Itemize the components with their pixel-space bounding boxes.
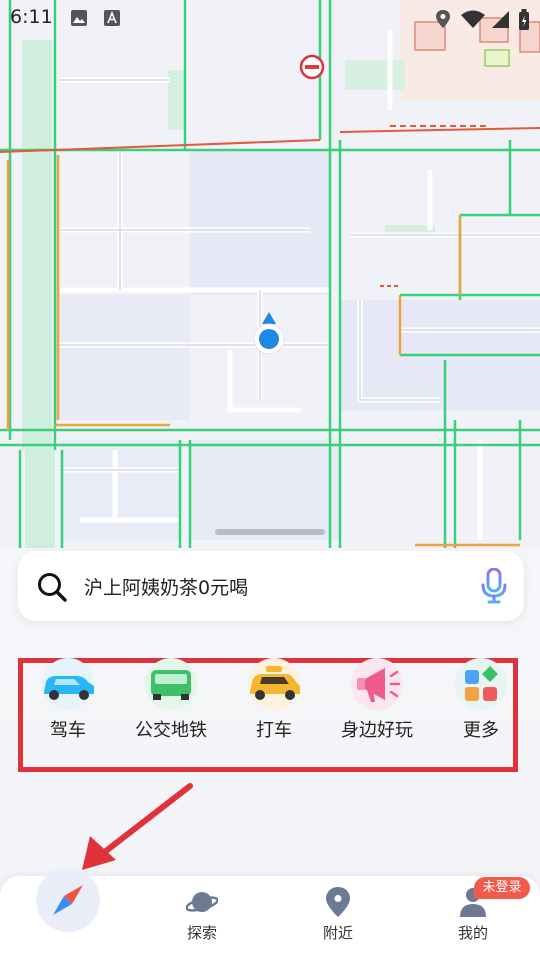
- signal-icon: [492, 11, 509, 28]
- nav-item-explore[interactable]: 探索: [152, 876, 252, 960]
- taxi-icon: [248, 658, 300, 710]
- quick-action-label: 身边好玩: [341, 720, 413, 741]
- battery-icon: [519, 9, 529, 30]
- login-status-badge[interactable]: 未登录: [474, 877, 530, 899]
- quick-action-label: 公交地铁: [135, 720, 207, 741]
- wifi-icon: [461, 10, 485, 28]
- quick-action-label: 更多: [463, 720, 499, 741]
- search-bar[interactable]: 沪上阿姨奶茶0元喝: [18, 551, 524, 621]
- quick-action-transit[interactable]: 公交地铁: [121, 658, 221, 758]
- no-entry-icon: [299, 54, 325, 80]
- map-pin-icon: [326, 887, 350, 917]
- quick-action-more[interactable]: 更多: [431, 658, 531, 758]
- map-canvas[interactable]: [0, 0, 540, 560]
- megaphone-icon: [351, 658, 403, 710]
- search-input[interactable]: 沪上阿姨奶茶0元喝: [84, 573, 248, 600]
- car-icon: [42, 658, 94, 710]
- quick-action-taxi[interactable]: 打车: [224, 658, 324, 758]
- nav-label: 附近: [322, 924, 353, 942]
- location-icon: [436, 10, 450, 28]
- search-icon[interactable]: [36, 571, 68, 603]
- nav-item-nearby[interactable]: 附近: [288, 876, 388, 960]
- drag-handle[interactable]: [215, 529, 325, 535]
- grid-more-icon: [455, 658, 507, 710]
- quick-action-label: 打车: [256, 720, 292, 741]
- bus-icon: [145, 658, 197, 710]
- nav-label: 我的: [457, 924, 488, 942]
- quick-action-nearby-fun[interactable]: 身边好玩: [327, 658, 427, 758]
- planet-icon: [186, 892, 218, 912]
- quick-actions-panel: 驾车 公交地铁 打车 身边好玩 更多: [18, 658, 518, 772]
- quick-action-label: 驾车: [50, 720, 86, 741]
- text-a-icon: [104, 10, 120, 26]
- status-bar: 6:11: [0, 0, 540, 36]
- microphone-icon[interactable]: [480, 568, 508, 604]
- annotation-arrow: [82, 783, 193, 870]
- status-time: 6:11: [10, 6, 53, 28]
- nav-label: 探索: [186, 924, 217, 942]
- image-icon: [71, 10, 87, 26]
- map-view[interactable]: [0, 0, 540, 560]
- quick-action-drive[interactable]: 驾车: [18, 658, 118, 758]
